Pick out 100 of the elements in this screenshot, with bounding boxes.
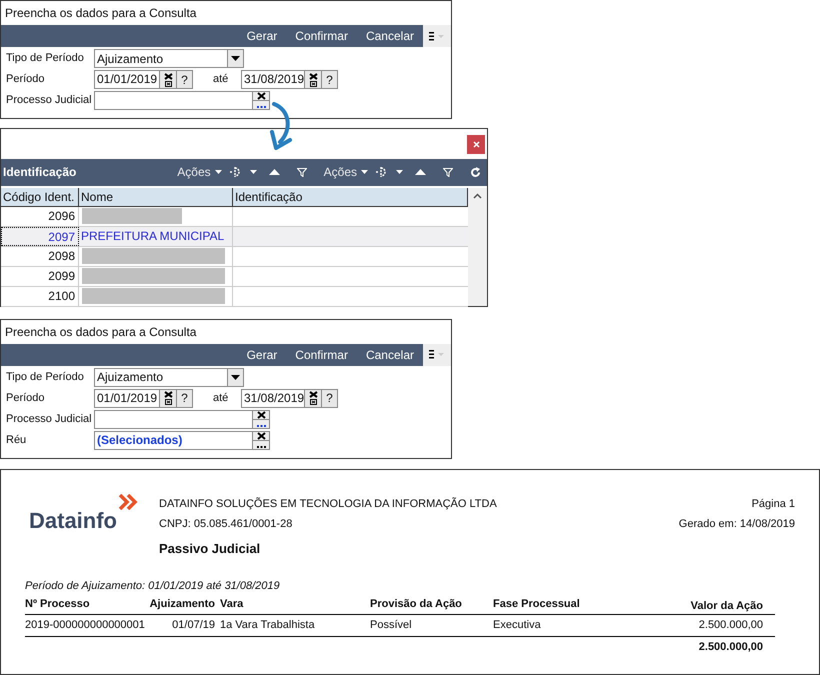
company-logo: Datainfo	[28, 510, 117, 532]
dialog-title: Preencha os dados para a Consulta	[4, 324, 198, 341]
clear-icon	[164, 391, 172, 398]
filter-icon[interactable]	[296, 168, 307, 177]
menu-icon	[429, 350, 434, 360]
grid-row[interactable]: 2099	[1, 266, 468, 287]
grid-row[interactable]: 2098	[1, 246, 468, 267]
calendar-icon	[164, 399, 172, 406]
calendar-icon	[310, 80, 316, 86]
filter-icon[interactable]	[443, 168, 453, 177]
caret-icon[interactable]	[250, 170, 257, 174]
company-cnpj: CNPJ: 05.085.461/0001-28	[159, 517, 294, 532]
scroll-up-icon[interactable]	[473, 192, 482, 199]
grid-row[interactable]: 2100	[1, 286, 468, 307]
clear-icon[interactable]	[256, 92, 266, 100]
actions-menu[interactable]: Ações	[324, 163, 368, 182]
report-column-header: Valor da Ação	[690, 598, 764, 614]
range-separator: até	[213, 390, 230, 406]
column-header[interactable]: Código Ident.	[1, 188, 79, 206]
table-cell: 2100	[1, 286, 79, 306]
caret-icon	[214, 170, 222, 174]
toolbar-button[interactable]: Cancelar	[356, 346, 423, 364]
sort-up-icon[interactable]	[268, 169, 280, 176]
clear-icon[interactable]	[256, 432, 266, 440]
caret-icon	[438, 34, 444, 38]
report-cell-text: Possível	[370, 618, 413, 633]
field-label: Réu	[6, 432, 28, 448]
menu-button[interactable]	[423, 344, 451, 366]
toolbar-button[interactable]: Gerar	[238, 346, 286, 364]
field-label: Tipo de Período	[6, 370, 85, 385]
report-period: Período de Ajuizamento: 01/01/2019 até 31/08/2019	[25, 579, 281, 594]
caret-icon	[361, 170, 368, 174]
field-label: Período	[6, 390, 46, 406]
ellipsis-icon[interactable]	[256, 424, 266, 427]
clear-icon	[308, 72, 318, 80]
date-field[interactable]: 01/01/2019	[94, 70, 160, 89]
menu-icon	[429, 32, 434, 40]
field-label: Tipo de Período	[6, 51, 85, 66]
report-column-header: Ajuizamento	[148, 596, 216, 612]
sort-up-icon[interactable]	[415, 169, 426, 176]
date-field[interactable]: 31/08/2019	[241, 388, 305, 408]
lookup-field[interactable]	[94, 410, 253, 429]
clear-date-button[interactable]	[305, 70, 322, 89]
report-cell-text: 2.500.000,00	[698, 618, 764, 633]
curved-arrow-icon	[268, 102, 294, 150]
refresh-icon[interactable]	[470, 166, 481, 178]
clear-icon[interactable]	[256, 410, 266, 419]
lookup-field[interactable]	[94, 91, 253, 110]
menu-button[interactable]	[423, 25, 451, 47]
toolbar-button[interactable]: Confirmar	[286, 27, 357, 45]
field-label: Processo Judicial	[6, 93, 93, 108]
scrollbar[interactable]	[468, 188, 487, 306]
column-header[interactable]: Nome	[79, 188, 233, 206]
clear-icon	[164, 72, 172, 80]
table-cell: 2096	[1, 206, 79, 226]
caret-icon[interactable]	[396, 170, 403, 174]
range-separator: até	[213, 72, 230, 88]
toolbar-button[interactable]: Gerar	[238, 27, 286, 45]
help-button[interactable]: ?	[177, 388, 193, 408]
clear-date-button[interactable]	[305, 388, 322, 408]
clear-date-button[interactable]	[160, 388, 177, 408]
toolbar-button[interactable]: Confirmar	[286, 346, 357, 364]
company-name: DATAINFO SOLUÇÕES EM TECNOLOGIA DA INFORMAÇÃO LTDA	[159, 496, 498, 512]
grid-row[interactable]: 2097 PREFEITURA MUNICIPAL	[1, 226, 468, 247]
chevron-logo-icon	[118, 494, 138, 510]
lookup-field[interactable]: (Selecionados)	[94, 430, 253, 450]
clear-date-button[interactable]	[160, 70, 177, 89]
report-cell-text: 2019-000000000000001	[25, 618, 145, 633]
table-cell: 2099	[1, 266, 79, 286]
report-column-header: Fase Processual	[493, 596, 581, 612]
report-cell-text: Executiva	[493, 618, 542, 633]
help-button[interactable]: ?	[322, 388, 338, 408]
date-field[interactable]: 31/08/2019	[241, 70, 305, 89]
period-type-select[interactable]: Ajuizamento	[94, 49, 244, 68]
report-column-header: Nº Processo	[25, 596, 91, 612]
table-cell: PREFEITURA MUNICIPAL	[79, 226, 233, 246]
grid-row[interactable]: 2096	[1, 206, 468, 227]
ellipsis-icon[interactable]	[256, 446, 266, 448]
grid-title: Identificação	[3, 164, 78, 182]
actions-menu[interactable]: Ações	[177, 163, 222, 182]
field-label: Processo Judicial	[6, 412, 93, 427]
report-column-header: Vara	[220, 596, 244, 612]
period-type-select[interactable]: Ajuizamento	[94, 368, 244, 387]
report-column-header: Provisão da Ação	[370, 596, 463, 612]
field-label: Período	[6, 72, 46, 88]
caret-icon	[231, 374, 240, 380]
calendar-icon	[164, 80, 172, 86]
help-button[interactable]: ?	[322, 70, 338, 89]
report-total: 2.500.000,00	[698, 640, 763, 655]
generated-date: Gerado em: 14/08/2019	[678, 517, 795, 532]
clear-icon	[308, 391, 318, 398]
table-cell: 2097	[1, 226, 79, 246]
toolbar-button[interactable]: Cancelar	[356, 27, 423, 45]
report-cell-text: 1a Vara Trabalhista	[220, 618, 316, 633]
caret-icon	[231, 56, 240, 61]
calendar-icon	[310, 399, 316, 406]
help-button[interactable]: ?	[177, 70, 193, 89]
close-button[interactable]	[467, 134, 485, 154]
page-number: Página 1	[752, 496, 795, 512]
date-field[interactable]: 01/01/2019	[94, 388, 160, 408]
